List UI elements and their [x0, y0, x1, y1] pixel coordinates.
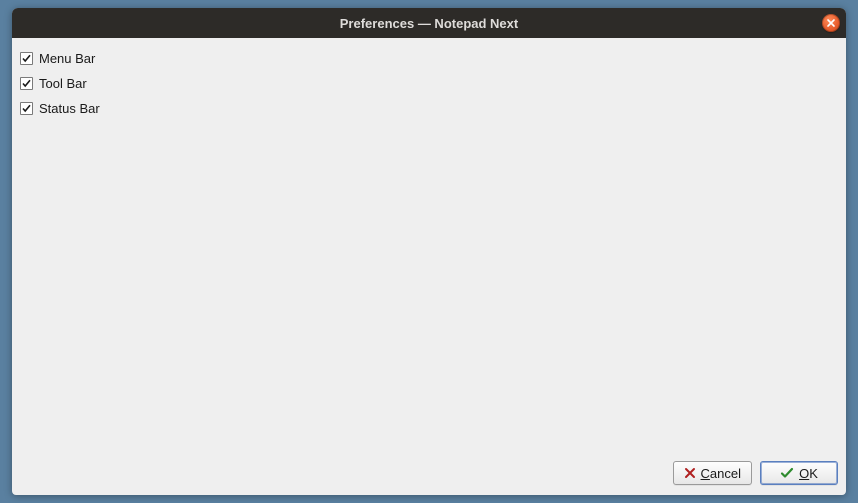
- preferences-window: Preferences — Notepad Next Menu Bar: [12, 8, 846, 495]
- ok-label: OK: [799, 466, 818, 481]
- cancel-label: Cancel: [701, 466, 741, 481]
- checkbox-status-bar[interactable]: [20, 102, 33, 115]
- cancel-icon: [684, 467, 696, 479]
- option-label: Tool Bar: [39, 76, 87, 91]
- checkbox-tool-bar[interactable]: [20, 77, 33, 90]
- check-icon: [21, 103, 32, 114]
- ok-icon: [780, 467, 794, 479]
- titlebar: Preferences — Notepad Next: [12, 8, 846, 38]
- option-menu-bar[interactable]: Menu Bar: [20, 46, 838, 71]
- checkbox-menu-bar[interactable]: [20, 52, 33, 65]
- close-icon: [826, 18, 836, 28]
- content-area: Menu Bar Tool Bar Status Bar: [12, 38, 846, 455]
- ok-button[interactable]: OK: [760, 461, 838, 485]
- option-label: Menu Bar: [39, 51, 95, 66]
- window-title: Preferences — Notepad Next: [340, 16, 518, 31]
- option-label: Status Bar: [39, 101, 100, 116]
- close-button[interactable]: [822, 14, 840, 32]
- cancel-button[interactable]: Cancel: [673, 461, 752, 485]
- check-icon: [21, 53, 32, 64]
- check-icon: [21, 78, 32, 89]
- option-tool-bar[interactable]: Tool Bar: [20, 71, 838, 96]
- option-status-bar[interactable]: Status Bar: [20, 96, 838, 121]
- dialog-buttons: Cancel OK: [12, 455, 846, 495]
